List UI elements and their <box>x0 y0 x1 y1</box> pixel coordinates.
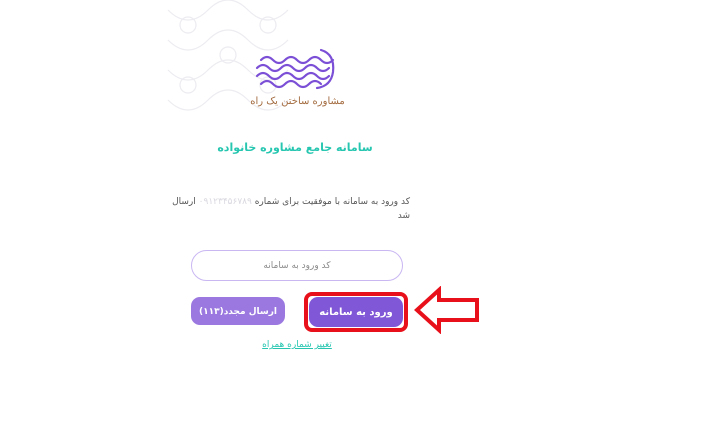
pointer-arrow-icon <box>414 286 479 334</box>
sent-code-message: کد ورود به سامانه با موفقیت برای شماره ۰… <box>170 195 410 223</box>
logo-caption: مشاوره ساختن یک راه <box>250 96 345 107</box>
change-phone-link[interactable]: تغییر شماره همراه <box>250 340 344 350</box>
login-button[interactable]: ورود به سامانه <box>309 297 403 327</box>
message-text: کد ورود به سامانه با موفقیت برای شماره <box>254 197 410 207</box>
login-page: مشاوره ساختن یک راه سامانه جامع مشاوره خ… <box>0 0 723 445</box>
phone-number: ۰۹۱۲۳۴۵۶۷۸۹ <box>198 197 252 207</box>
resend-code-button[interactable]: ارسال مجدد(۱۱۳) <box>191 297 285 325</box>
brand-logo <box>255 48 335 90</box>
login-code-input[interactable] <box>191 250 403 281</box>
page-title: سامانه جامع مشاوره خانواده <box>217 141 373 154</box>
